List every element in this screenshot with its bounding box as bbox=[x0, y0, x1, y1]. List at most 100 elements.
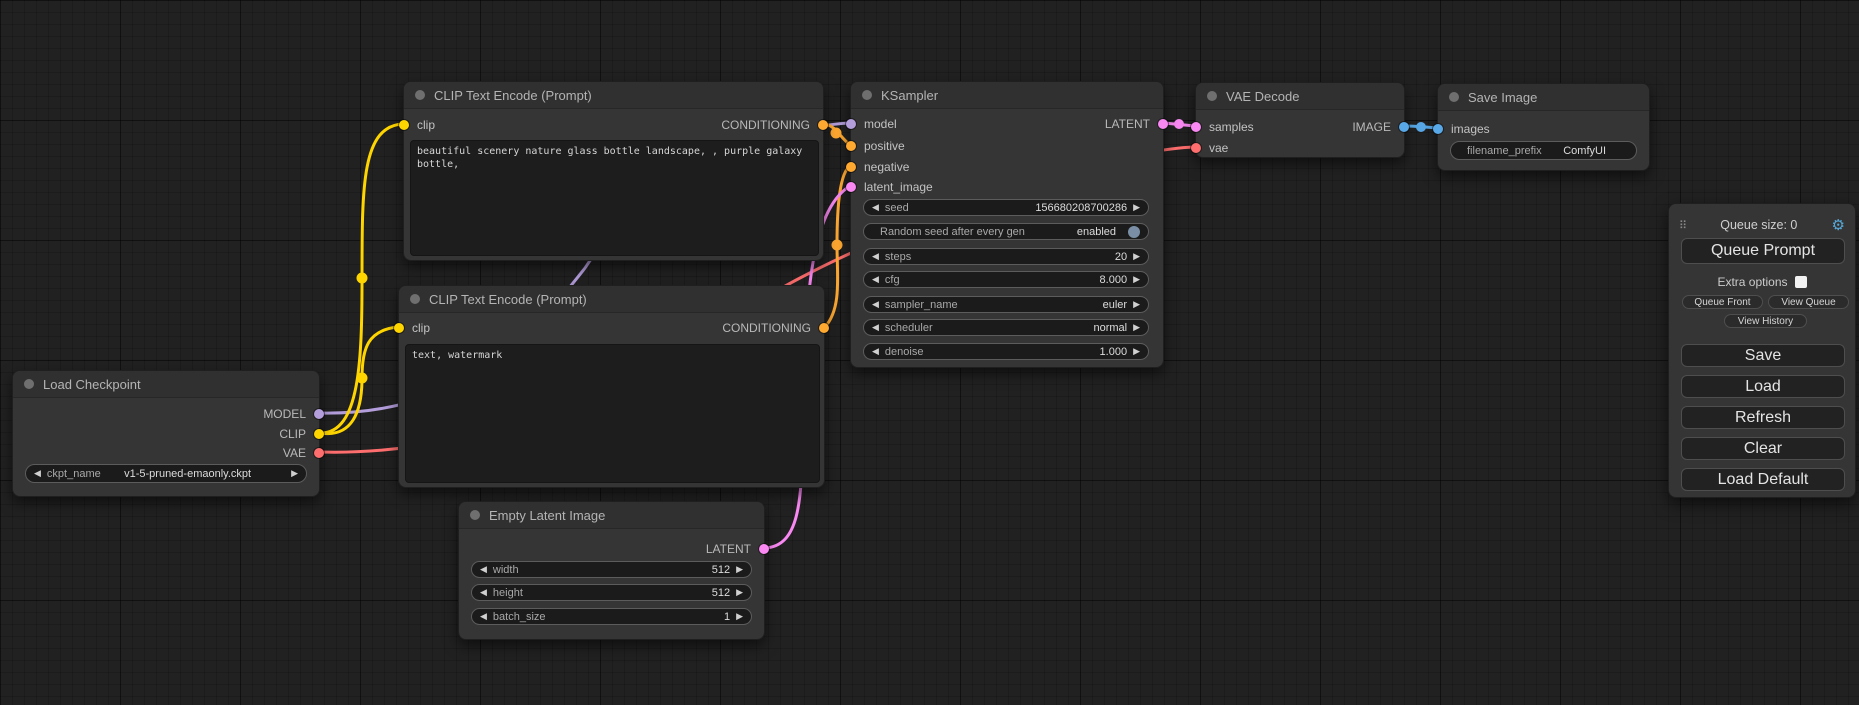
increment-arrow-icon[interactable]: ▶ bbox=[736, 588, 743, 597]
denoise-widget[interactable]: ◀ denoise 1.000 ▶ bbox=[863, 343, 1149, 360]
output-label: MODEL bbox=[263, 407, 306, 421]
link-dot bbox=[357, 373, 368, 384]
batch-size-widget[interactable]: ◀ batch_size 1 ▶ bbox=[471, 608, 752, 625]
node-vae-decode[interactable]: VAE Decode samples IMAGE vae bbox=[1195, 82, 1405, 158]
node-save-image[interactable]: Save Image images filename_prefix ComfyU… bbox=[1437, 83, 1650, 171]
positive-input-slot[interactable] bbox=[846, 141, 856, 151]
node-load-checkpoint[interactable]: Load Checkpoint MODEL CLIP VAE ◀ ckpt_na… bbox=[12, 370, 320, 497]
decrement-arrow-icon[interactable]: ◀ bbox=[872, 300, 879, 309]
increment-arrow-icon[interactable]: ▶ bbox=[1133, 300, 1140, 309]
node-titlebar[interactable]: CLIP Text Encode (Prompt) bbox=[399, 286, 824, 313]
increment-arrow-icon[interactable]: ▶ bbox=[1133, 323, 1140, 332]
view-history-button[interactable]: View History bbox=[1724, 314, 1807, 328]
link-dot bbox=[1416, 122, 1426, 132]
latent-output-slot[interactable] bbox=[1158, 119, 1168, 129]
queue-panel: ⠿ Queue size: 0 ⚙ Queue Prompt Extra opt… bbox=[1668, 203, 1856, 498]
clip-output-slot[interactable] bbox=[314, 429, 324, 439]
random-seed-widget[interactable]: Random seed after every gen enabled bbox=[863, 223, 1149, 240]
vae-output-slot[interactable] bbox=[314, 448, 324, 458]
decrement-arrow-icon[interactable]: ◀ bbox=[872, 252, 879, 261]
node-clip-text-encode-positive[interactable]: CLIP Text Encode (Prompt) clip CONDITION… bbox=[403, 81, 824, 261]
vae-input-slot[interactable] bbox=[1191, 143, 1201, 153]
settings-gear-icon[interactable]: ⚙ bbox=[1832, 218, 1845, 233]
extra-options-checkbox[interactable] bbox=[1795, 276, 1807, 288]
model-output-slot[interactable] bbox=[314, 409, 324, 419]
positive-prompt-textarea[interactable]: beautiful scenery nature glass bottle la… bbox=[410, 140, 819, 256]
increment-arrow-icon[interactable]: ▶ bbox=[736, 565, 743, 574]
filename-prefix-widget[interactable]: filename_prefix ComfyUI bbox=[1450, 141, 1637, 160]
random-seed-toggle[interactable] bbox=[1128, 226, 1140, 238]
output-label: LATENT bbox=[706, 542, 751, 556]
load-button[interactable]: Load bbox=[1681, 375, 1845, 398]
io-row: positive bbox=[851, 137, 1163, 155]
wire-clip-negative bbox=[320, 327, 398, 434]
node-titlebar[interactable]: VAE Decode bbox=[1196, 83, 1404, 110]
load-default-button[interactable]: Load Default bbox=[1681, 468, 1845, 491]
collapse-dot-icon[interactable] bbox=[470, 510, 480, 520]
collapse-dot-icon[interactable] bbox=[862, 90, 872, 100]
negative-prompt-textarea[interactable]: text, watermark bbox=[405, 344, 820, 483]
node-clip-text-encode-negative[interactable]: CLIP Text Encode (Prompt) clip CONDITION… bbox=[398, 285, 825, 488]
node-ksampler[interactable]: KSampler model LATENT positive negative … bbox=[850, 81, 1164, 368]
samples-input-slot[interactable] bbox=[1191, 122, 1201, 132]
increment-arrow-icon[interactable]: ▶ bbox=[736, 612, 743, 621]
input-label: positive bbox=[864, 139, 905, 153]
decrement-arrow-icon[interactable]: ◀ bbox=[872, 203, 879, 212]
latent-image-input-slot[interactable] bbox=[846, 182, 856, 192]
steps-widget[interactable]: ◀ steps 20 ▶ bbox=[863, 248, 1149, 265]
node-titlebar[interactable]: CLIP Text Encode (Prompt) bbox=[404, 82, 823, 109]
clip-input-slot[interactable] bbox=[399, 120, 409, 130]
decrement-arrow-icon[interactable]: ◀ bbox=[480, 588, 487, 597]
queue-prompt-button[interactable]: Queue Prompt bbox=[1681, 238, 1845, 264]
seed-widget[interactable]: ◀ seed 156680208700286 ▶ bbox=[863, 199, 1149, 216]
latent-output-slot[interactable] bbox=[759, 544, 769, 554]
node-title: KSampler bbox=[881, 88, 938, 103]
increment-arrow-icon[interactable]: ▶ bbox=[1133, 347, 1140, 356]
decrement-arrow-icon[interactable]: ◀ bbox=[34, 469, 41, 478]
images-input-slot[interactable] bbox=[1433, 124, 1443, 134]
decrement-arrow-icon[interactable]: ◀ bbox=[872, 323, 879, 332]
increment-arrow-icon[interactable]: ▶ bbox=[1133, 252, 1140, 261]
view-queue-button[interactable]: View Queue bbox=[1768, 295, 1849, 309]
collapse-dot-icon[interactable] bbox=[1449, 92, 1459, 102]
decrement-arrow-icon[interactable]: ◀ bbox=[872, 275, 879, 284]
decrement-arrow-icon[interactable]: ◀ bbox=[872, 347, 879, 356]
height-widget[interactable]: ◀ height 512 ▶ bbox=[471, 584, 752, 601]
collapse-dot-icon[interactable] bbox=[24, 379, 34, 389]
collapse-dot-icon[interactable] bbox=[410, 294, 420, 304]
increment-arrow-icon[interactable]: ▶ bbox=[1133, 275, 1140, 284]
decrement-arrow-icon[interactable]: ◀ bbox=[480, 612, 487, 621]
refresh-button[interactable]: Refresh bbox=[1681, 406, 1845, 429]
model-input-slot[interactable] bbox=[846, 119, 856, 129]
drag-handle-icon[interactable]: ⠿ bbox=[1679, 219, 1686, 232]
decrement-arrow-icon[interactable]: ◀ bbox=[480, 565, 487, 574]
collapse-dot-icon[interactable] bbox=[1207, 91, 1217, 101]
node-titlebar[interactable]: KSampler bbox=[851, 82, 1163, 109]
image-output-slot[interactable] bbox=[1399, 122, 1409, 132]
scheduler-widget[interactable]: ◀ scheduler normal ▶ bbox=[863, 319, 1149, 336]
collapse-dot-icon[interactable] bbox=[415, 90, 425, 100]
queue-front-button[interactable]: Queue Front bbox=[1682, 295, 1763, 309]
widget-label: denoise bbox=[885, 346, 924, 358]
conditioning-output-slot[interactable] bbox=[818, 120, 828, 130]
clear-button[interactable]: Clear bbox=[1681, 437, 1845, 460]
node-titlebar[interactable]: Load Checkpoint bbox=[13, 371, 319, 398]
widget-value: 20 bbox=[1115, 251, 1127, 263]
conditioning-output-slot[interactable] bbox=[819, 323, 829, 333]
ckpt-name-widget[interactable]: ◀ ckpt_name v1-5-pruned-emaonly.ckpt ▶ bbox=[25, 464, 307, 483]
wire-positive-conditioning bbox=[824, 124, 850, 145]
node-titlebar[interactable]: Empty Latent Image bbox=[459, 502, 764, 529]
negative-input-slot[interactable] bbox=[846, 162, 856, 172]
node-graph-canvas[interactable]: Load Checkpoint MODEL CLIP VAE ◀ ckpt_na… bbox=[0, 0, 1859, 705]
increment-arrow-icon[interactable]: ▶ bbox=[1133, 203, 1140, 212]
save-button[interactable]: Save bbox=[1681, 344, 1845, 367]
increment-arrow-icon[interactable]: ▶ bbox=[291, 469, 298, 478]
node-empty-latent-image[interactable]: Empty Latent Image LATENT ◀ width 512 ▶ … bbox=[458, 501, 765, 640]
sampler-name-widget[interactable]: ◀ sampler_name euler ▶ bbox=[863, 296, 1149, 313]
node-titlebar[interactable]: Save Image bbox=[1438, 84, 1649, 111]
widget-value: 156680208700286 bbox=[1035, 202, 1127, 214]
width-widget[interactable]: ◀ width 512 ▶ bbox=[471, 561, 752, 578]
cfg-widget[interactable]: ◀ cfg 8.000 ▶ bbox=[863, 271, 1149, 288]
queue-size-label: Queue size: 0 bbox=[1686, 218, 1831, 232]
clip-input-slot[interactable] bbox=[394, 323, 404, 333]
